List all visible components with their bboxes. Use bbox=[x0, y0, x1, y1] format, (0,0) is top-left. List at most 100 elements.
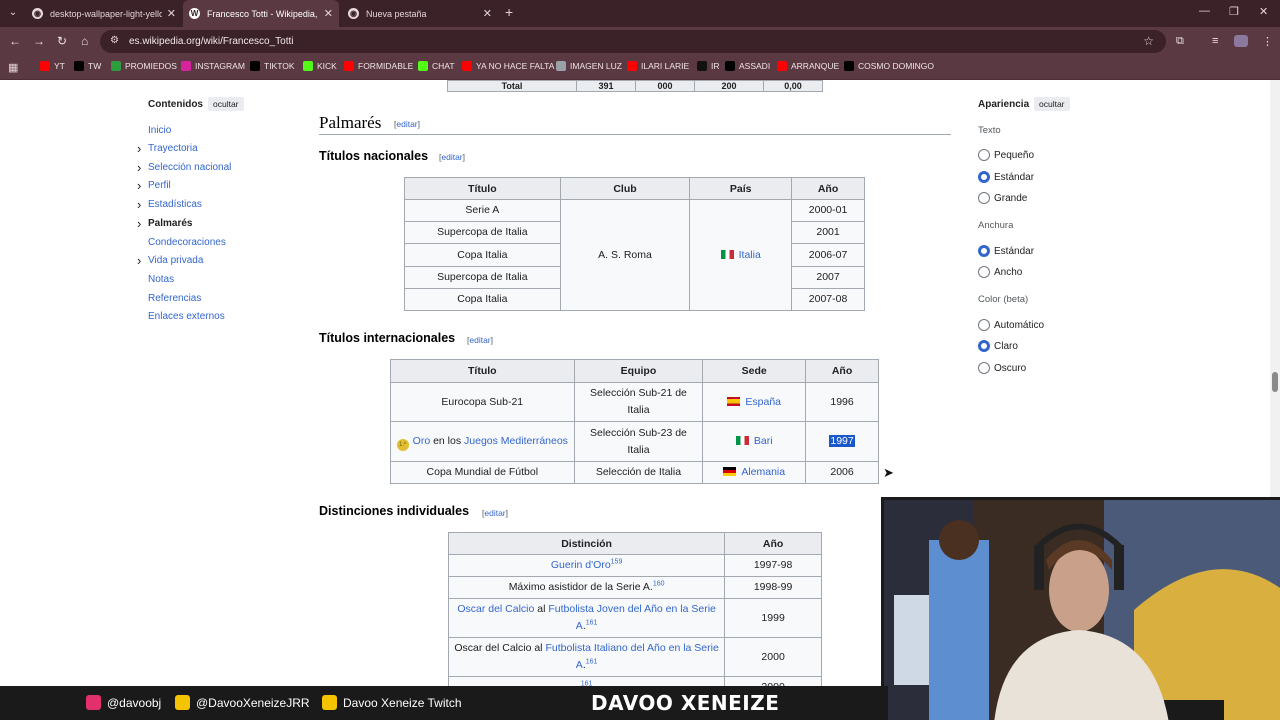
bookmark-12[interactable]: ASSADI bbox=[725, 61, 770, 71]
radio-button[interactable] bbox=[978, 340, 990, 352]
toc-item[interactable]: Referencias bbox=[148, 293, 201, 304]
title-link[interactable]: Supercopa de Italia bbox=[404, 221, 561, 244]
bookmark-10[interactable]: ILARI LARIE bbox=[627, 61, 689, 71]
venue-link[interactable]: España bbox=[745, 396, 781, 408]
extensions-icon[interactable]: ⧉ bbox=[1176, 35, 1184, 48]
title-link[interactable]: Juegos Mediterráneos bbox=[464, 435, 568, 447]
distinction-link[interactable]: Futbolista Joven del Año en la Serie A bbox=[548, 603, 716, 632]
tab-new[interactable]: ◉ Nueva pestaña ✕ bbox=[342, 0, 498, 27]
bookmark-7[interactable]: CHAT bbox=[418, 61, 455, 71]
radio-button[interactable] bbox=[978, 362, 990, 374]
radio-button[interactable] bbox=[978, 171, 990, 183]
new-tab-button[interactable]: + bbox=[505, 4, 513, 20]
title-link[interactable]: Eurocopa Sub-21 bbox=[390, 382, 575, 422]
title-link[interactable]: Supercopa de Italia bbox=[404, 266, 561, 289]
appearance-option[interactable]: Grande bbox=[978, 192, 1027, 204]
bookmark-13[interactable]: ARRANQUE bbox=[777, 61, 839, 71]
title-link[interactable]: Copa Mundial de Fútbol bbox=[390, 461, 575, 484]
distinction-link[interactable]: Futbolista Italiano del Año en la Serie … bbox=[545, 642, 718, 671]
bookmark-0[interactable]: YT bbox=[40, 61, 65, 71]
edit-label[interactable]: editar bbox=[441, 152, 462, 162]
toc-item[interactable]: Vida privada bbox=[148, 255, 203, 266]
radio-button[interactable] bbox=[978, 319, 990, 331]
tab-wikipedia[interactable]: W Francesco Totti - Wikipedia, la e ✕ bbox=[183, 0, 339, 27]
appearance-option[interactable]: Oscuro bbox=[978, 362, 1026, 374]
title-link[interactable]: Oro bbox=[413, 435, 431, 447]
appearance-option[interactable]: Ancho bbox=[978, 266, 1022, 278]
toc-item[interactable]: Inicio bbox=[148, 125, 171, 136]
year-link-selected[interactable]: 1997 bbox=[829, 435, 855, 447]
edit-link[interactable]: [editar] bbox=[394, 119, 420, 129]
bookmark-8[interactable]: YA NO HACE FALTA bbox=[462, 61, 554, 71]
appearance-option[interactable]: Estándar bbox=[978, 171, 1034, 183]
toc-item[interactable]: Enlaces externos bbox=[148, 311, 225, 322]
bookmark-4[interactable]: TIKTOK bbox=[250, 61, 295, 71]
scrollbar-thumb[interactable] bbox=[1272, 372, 1278, 392]
toc-item[interactable]: Estadísticas bbox=[148, 199, 202, 210]
country-link[interactable]: Italia bbox=[739, 249, 761, 261]
reading-list-icon[interactable]: ≡ bbox=[1212, 35, 1218, 47]
title-link[interactable]: Copa Italia bbox=[404, 288, 561, 311]
title-link[interactable]: Copa Italia bbox=[404, 243, 561, 267]
toc-hide-button[interactable]: ocultar bbox=[208, 97, 244, 111]
menu-icon[interactable]: ⋮ bbox=[1262, 35, 1273, 48]
edit-label[interactable]: editar bbox=[469, 335, 490, 345]
year-link[interactable]: 2006 bbox=[805, 461, 879, 484]
year-link[interactable]: 1996 bbox=[805, 382, 879, 422]
year-link[interactable]: 2001 bbox=[791, 221, 865, 244]
venue-link[interactable]: Bari bbox=[754, 435, 773, 447]
bookmark-14[interactable]: COSMO DOMINGO bbox=[844, 61, 934, 71]
url-text[interactable]: es.wikipedia.org/wiki/Francesco_Totti bbox=[129, 36, 294, 47]
toc-item[interactable]: Condecoraciones bbox=[148, 237, 226, 248]
bookmark-6[interactable]: FORMIDABLE bbox=[344, 61, 413, 71]
chevron-right-icon[interactable]: › bbox=[137, 197, 141, 212]
edit-link[interactable]: [editar] bbox=[467, 335, 493, 345]
appearance-option[interactable]: Automático bbox=[978, 319, 1044, 331]
edit-link[interactable]: [editar] bbox=[482, 508, 508, 518]
bookmark-star-icon[interactable]: ☆ bbox=[1143, 34, 1154, 48]
year-link[interactable]: 2007-08 bbox=[791, 288, 865, 311]
team-link[interactable]: Selección Sub-21 de Italia bbox=[573, 382, 704, 422]
appearance-option[interactable]: Estándar bbox=[978, 245, 1034, 257]
reference-link[interactable]: 159 bbox=[611, 559, 623, 566]
toc-item[interactable]: Perfil bbox=[148, 180, 171, 191]
site-info-icon[interactable]: ⚙ bbox=[110, 35, 119, 46]
title-link[interactable]: Serie A bbox=[404, 199, 561, 222]
distinction-link[interactable]: Guerin d'Oro bbox=[551, 559, 611, 571]
reference-link[interactable]: 160 bbox=[653, 581, 665, 588]
minimize-icon[interactable]: — bbox=[1199, 5, 1210, 17]
appearance-option[interactable]: Pequeño bbox=[978, 149, 1034, 161]
chevron-right-icon[interactable]: › bbox=[137, 141, 141, 156]
year-link[interactable]: 2006-07 bbox=[791, 243, 865, 267]
edit-link[interactable]: [editar] bbox=[439, 152, 465, 162]
edit-label[interactable]: editar bbox=[484, 508, 505, 518]
chevron-right-icon[interactable]: › bbox=[137, 160, 141, 175]
profile-avatar[interactable] bbox=[1234, 35, 1248, 47]
omnibox[interactable]: ⚙ es.wikipedia.org/wiki/Francesco_Totti … bbox=[100, 30, 1166, 53]
reference-link[interactable]: 161 bbox=[586, 620, 598, 627]
close-icon[interactable]: ✕ bbox=[167, 7, 176, 20]
chevron-right-icon[interactable]: › bbox=[137, 253, 141, 268]
year-link[interactable]: 2000-01 bbox=[791, 199, 865, 222]
toc-item[interactable]: Palmarés bbox=[148, 218, 192, 229]
bookmark-2[interactable]: PROMIEDOS bbox=[111, 61, 177, 71]
year-link[interactable]: 2007 bbox=[791, 266, 865, 289]
team-link[interactable]: Selección de Italia bbox=[573, 461, 704, 484]
distinction-link[interactable]: Oscar del Calcio bbox=[457, 603, 534, 615]
bookmark-11[interactable]: IR bbox=[697, 61, 720, 71]
toc-item[interactable]: Trayectoria bbox=[148, 143, 198, 154]
restore-icon[interactable]: ❐ bbox=[1229, 5, 1239, 18]
home-icon[interactable]: ⌂ bbox=[81, 34, 88, 48]
chevron-right-icon[interactable]: › bbox=[137, 216, 141, 231]
bookmark-9[interactable]: IMAGEN LUZ bbox=[556, 61, 622, 71]
chevron-right-icon[interactable]: › bbox=[137, 178, 141, 193]
radio-button[interactable] bbox=[978, 192, 990, 204]
bookmark-5[interactable]: KICK bbox=[303, 61, 337, 71]
close-icon[interactable]: ✕ bbox=[483, 7, 492, 20]
edit-label[interactable]: editar bbox=[396, 119, 417, 129]
reload-icon[interactable]: ↻ bbox=[57, 34, 67, 48]
close-window-icon[interactable]: ✕ bbox=[1259, 5, 1268, 18]
forward-icon[interactable]: → bbox=[33, 34, 45, 48]
year-link[interactable]: 1998-99 bbox=[724, 576, 822, 599]
tab-wallpaper[interactable]: ◉ desktop-wallpaper-light-yellow ✕ bbox=[26, 0, 182, 27]
